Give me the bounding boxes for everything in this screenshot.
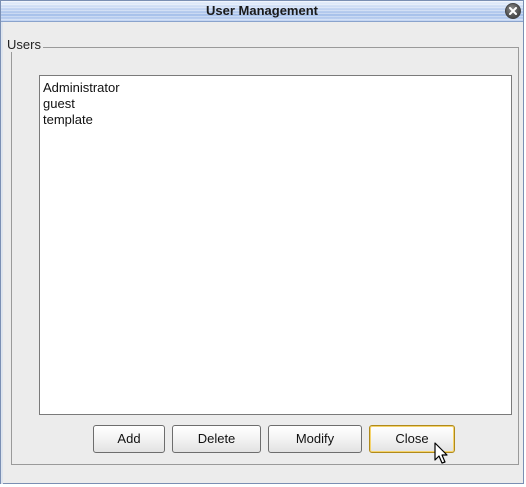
list-item-guest[interactable]: guest	[42, 96, 509, 112]
window-title: User Management	[206, 3, 318, 18]
users-list[interactable]: Administrator guest template	[39, 75, 512, 415]
add-button[interactable]: Add	[93, 425, 165, 453]
modify-button[interactable]: Modify	[268, 425, 362, 453]
title-bar[interactable]: User Management	[1, 1, 523, 22]
list-item-template[interactable]: template	[42, 112, 509, 128]
delete-button[interactable]: Delete	[172, 425, 261, 453]
close-icon[interactable]	[505, 3, 521, 19]
users-group-label: Users	[5, 37, 43, 52]
mouse-pointer-icon	[434, 442, 448, 464]
user-management-dialog: User Management Users Administrator gues…	[0, 0, 524, 484]
window-edge	[1, 22, 3, 484]
list-item-administrator[interactable]: Administrator	[42, 80, 509, 96]
